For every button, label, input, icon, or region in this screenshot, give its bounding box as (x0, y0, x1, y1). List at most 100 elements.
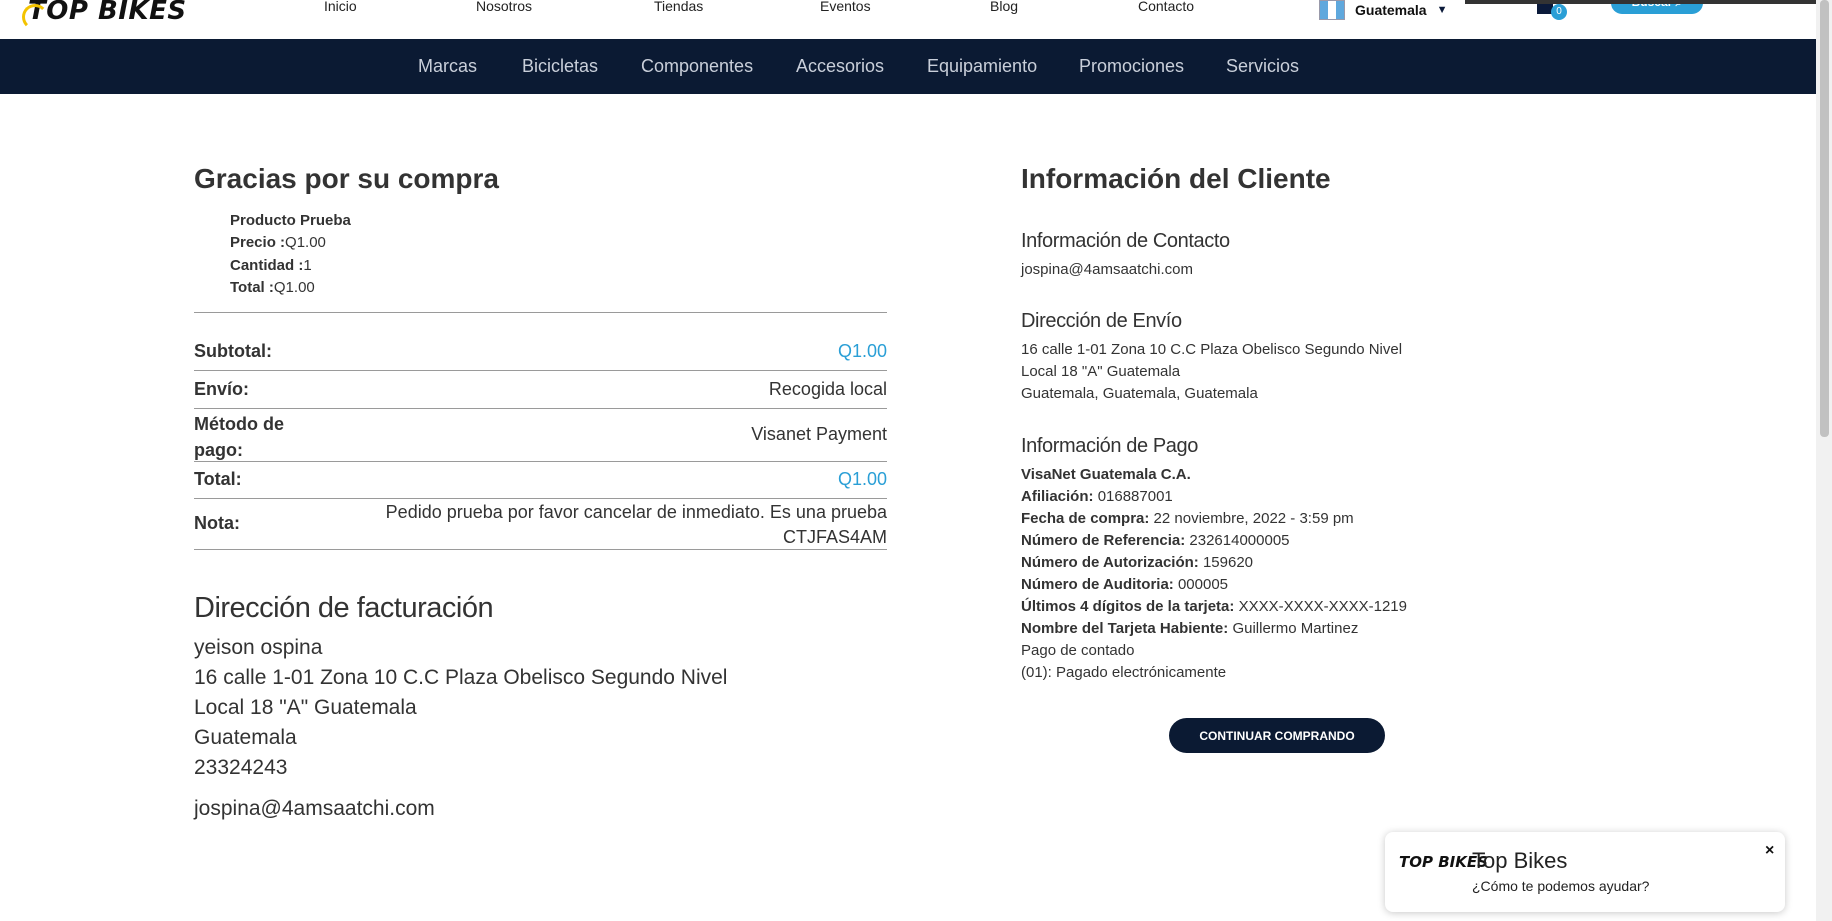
divider (194, 549, 887, 550)
divider (194, 498, 887, 499)
audit-row: Número de Auditoria: 000005 (1021, 576, 1228, 593)
nav-eventos[interactable]: Eventos (820, 0, 871, 14)
cardholder-label: Nombre del Tarjeta Habiente: (1021, 620, 1229, 637)
price-value: Q1.00 (285, 234, 326, 251)
top-header: TOP BIKES Inicio Nosotros Tiendas Evento… (0, 0, 1816, 38)
billing-name: yeison ospina (194, 636, 323, 659)
note-line2: CTJFAS4AM (782, 527, 887, 547)
guatemala-flag-icon (1319, 0, 1345, 20)
purchase-date-value: 22 noviembre, 2022 - 3:59 pm (1153, 510, 1354, 527)
grand-total-label: Total: (194, 469, 242, 489)
chat-title: Top Bikes (1472, 848, 1568, 873)
divider (194, 312, 887, 313)
affiliation-value: 016887001 (1097, 488, 1173, 505)
payment-method-label: Método de pago: (194, 411, 284, 463)
logo-text: TOP BIKES (28, 0, 187, 26)
purchase-date-label: Fecha de compra: (1021, 510, 1150, 527)
payment-type: Pago de contado (1021, 642, 1135, 659)
shipping-line2: Local 18 "A" Guatemala (1021, 363, 1181, 380)
category-componentes[interactable]: Componentes (641, 56, 753, 77)
card-digits-row: Últimos 4 dígitos de la tarjeta: XXXX-XX… (1021, 598, 1407, 615)
order-title: Gracias por su compra (194, 163, 500, 194)
billing-title: Dirección de facturación (194, 592, 494, 624)
audit-label: Número de Auditoria: (1021, 576, 1174, 593)
card-digits-label: Últimos 4 dígitos de la tarjeta: (1021, 598, 1235, 615)
divider (194, 370, 887, 371)
category-marcas[interactable]: Marcas (418, 56, 477, 77)
shipping-label: Envío: (194, 379, 250, 399)
card-digits-value: XXXX-XXXX-XXXX-1219 (1238, 598, 1407, 615)
price-label: Precio : (230, 234, 286, 251)
scrollbar-thumb[interactable] (1820, 0, 1829, 437)
divider (194, 408, 887, 409)
product-quantity: Cantidad :1 (230, 257, 312, 274)
affiliation-row: Afiliación: 016887001 (1021, 488, 1173, 505)
authorization-row: Número de Autorización: 159620 (1021, 554, 1253, 571)
close-icon[interactable]: × (1765, 842, 1774, 860)
country-selector[interactable]: Guatemala ▼ (1319, 0, 1447, 20)
payment-label-line1: Método de (194, 414, 284, 434)
chat-subtitle: ¿Cómo te podemos ayudar? (1472, 878, 1650, 894)
shipping-value: Recogida local (768, 379, 887, 399)
logo-swoosh-icon (22, 4, 48, 30)
cart-count-badge: 0 (1551, 4, 1567, 20)
nav-blog[interactable]: Blog (990, 0, 1018, 14)
continue-shopping-button[interactable]: CONTINUAR COMPRANDO (1169, 718, 1385, 753)
reference-row: Número de Referencia: 232614000005 (1021, 532, 1290, 549)
category-accesorios[interactable]: Accesorios (796, 56, 884, 77)
payment-info-title: Información de Pago (1021, 435, 1198, 457)
payment-label-line2: pago: (194, 440, 243, 460)
billing-address2: Local 18 "A" Guatemala (194, 696, 417, 719)
category-servicios[interactable]: Servicios (1226, 56, 1299, 77)
grand-total-value: Q1.00 (837, 469, 887, 489)
category-bar: Marcas Bicicletas Componentes Accesorios… (0, 39, 1816, 94)
billing-city: Guatemala (194, 726, 297, 749)
authorization-label: Número de Autorización: (1021, 554, 1199, 571)
shipping-line3: Guatemala, Guatemala, Guatemala (1021, 385, 1258, 402)
audit-value: 000005 (1177, 576, 1229, 593)
nav-tiendas[interactable]: Tiendas (654, 0, 703, 14)
qty-label: Cantidad : (230, 257, 304, 274)
total-value: Q1.00 (273, 279, 315, 296)
payment-method-value: Visanet Payment (751, 424, 887, 444)
page: TOP BIKES Inicio Nosotros Tiendas Evento… (0, 0, 1816, 921)
product-total: Total :Q1.00 (230, 279, 315, 296)
divider (194, 461, 887, 462)
top-overlay-bar (1465, 0, 1816, 4)
payment-processor: VisaNet Guatemala C.A. (1021, 466, 1191, 483)
total-label: Total : (230, 279, 274, 296)
cardholder-row: Nombre del Tarjeta Habiente: Guillermo M… (1021, 620, 1358, 637)
cardholder-value: Guillermo Martinez (1232, 620, 1359, 637)
nav-inicio[interactable]: Inicio (324, 0, 357, 14)
subtotal-value: Q1.00 (837, 341, 887, 361)
payment-status: (01): Pagado electrónicamente (1021, 664, 1227, 681)
billing-phone: 23324243 (194, 756, 288, 779)
note-line1: Pedido prueba por favor cancelar de inme… (385, 502, 887, 522)
product-price: Precio :Q1.00 (230, 234, 326, 251)
purchase-date-row: Fecha de compra: 22 noviembre, 2022 - 3:… (1021, 510, 1354, 527)
category-bicicletas[interactable]: Bicicletas (522, 56, 598, 77)
billing-address1: 16 calle 1-01 Zona 10 C.C Plaza Obelisco… (194, 666, 728, 689)
shipping-line1: 16 calle 1-01 Zona 10 C.C Plaza Obelisco… (1021, 341, 1403, 358)
note-label: Nota: (194, 513, 240, 533)
country-name: Guatemala (1355, 2, 1427, 18)
nav-nosotros[interactable]: Nosotros (476, 0, 532, 14)
shipping-address-title: Dirección de Envío (1021, 310, 1182, 332)
product-name: Producto Prueba (230, 212, 351, 229)
subtotal-label: Subtotal: (194, 341, 272, 361)
authorization-value: 159620 (1202, 554, 1254, 571)
chevron-down-icon: ▼ (1436, 4, 1448, 16)
affiliation-label: Afiliación: (1021, 488, 1094, 505)
top-bikes-logo[interactable]: TOP BIKES (22, 0, 187, 30)
qty-value: 1 (303, 257, 312, 274)
customer-info-title: Información del Cliente (1021, 163, 1331, 194)
category-equipamiento[interactable]: Equipamiento (927, 56, 1037, 77)
reference-value: 232614000005 (1189, 532, 1290, 549)
contact-info-title: Información de Contacto (1021, 230, 1230, 252)
nav-contacto[interactable]: Contacto (1138, 0, 1194, 14)
chat-widget[interactable]: TOP BIKES Top Bikes ¿Cómo te podemos ayu… (1385, 832, 1785, 912)
note-value: Pedido prueba por favor cancelar de inme… (386, 500, 887, 550)
contact-email: jospina@4amsaatchi.com (1021, 261, 1193, 278)
billing-email: jospina@4amsaatchi.com (194, 797, 435, 820)
category-promociones[interactable]: Promociones (1079, 56, 1184, 77)
